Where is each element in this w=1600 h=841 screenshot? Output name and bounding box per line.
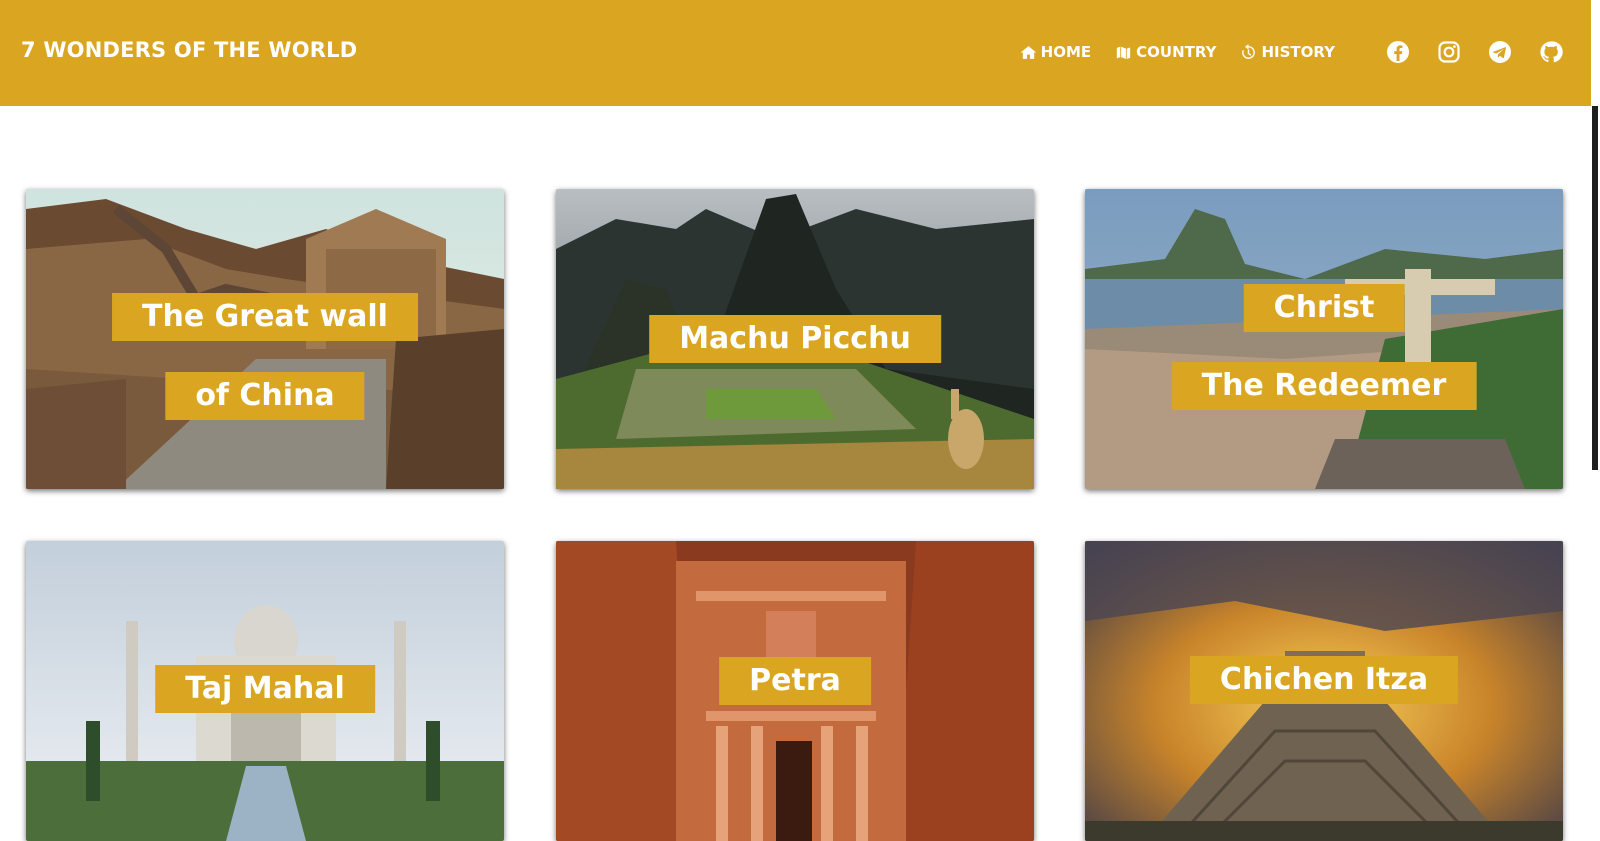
facebook-icon [1387,41,1409,63]
wonder-card-chichen-itza[interactable]: Chichen Itza [1085,541,1563,841]
instagram-link[interactable] [1437,40,1461,64]
wonder-card-great-wall[interactable]: The Great wall of China [26,189,504,489]
telegram-link[interactable] [1488,40,1512,64]
instagram-icon [1438,41,1460,63]
telegram-icon [1489,41,1511,63]
card-title-line: Taj Mahal [155,665,375,713]
card-title-line: The Great wall [112,293,418,341]
map-icon [1116,45,1132,60]
card-title-line: of China [165,372,365,420]
main-nav: HOME COUNTRY HISTORY [1020,40,1563,64]
site-header: 7 WONDERS OF THE WORLD HOME COUNTRY HIST… [0,0,1591,106]
christ-redeemer-image [1085,189,1563,489]
nav-home-label: HOME [1040,43,1092,61]
site-brand[interactable]: 7 WONDERS OF THE WORLD [21,38,357,62]
wonder-card-christ-redeemer[interactable]: Christ The Redeemer [1085,189,1563,489]
home-icon [1020,45,1036,59]
wonder-card-taj-mahal[interactable]: Taj Mahal [26,541,504,841]
nav-history-link[interactable]: HISTORY [1240,43,1335,61]
wonder-card-petra[interactable]: Petra [556,541,1034,841]
github-link[interactable] [1539,40,1563,64]
card-title-line: Petra [719,657,871,705]
card-title-line: Christ [1243,284,1405,332]
history-icon [1242,43,1256,59]
card-title-line: Machu Picchu [649,315,941,363]
nav-country-label: COUNTRY [1136,43,1217,61]
card-title-line: Chichen Itza [1189,656,1459,704]
scrollbar-thumb[interactable] [1592,106,1598,470]
nav-home-link[interactable]: HOME [1020,43,1091,61]
wonder-card-machu-picchu[interactable]: Machu Picchu [556,189,1034,489]
nav-country-link[interactable]: COUNTRY [1115,43,1216,61]
facebook-link[interactable] [1386,40,1410,64]
github-icon [1540,41,1563,63]
nav-history-label: HISTORY [1261,43,1335,61]
card-title-line: The Redeemer [1171,362,1477,410]
